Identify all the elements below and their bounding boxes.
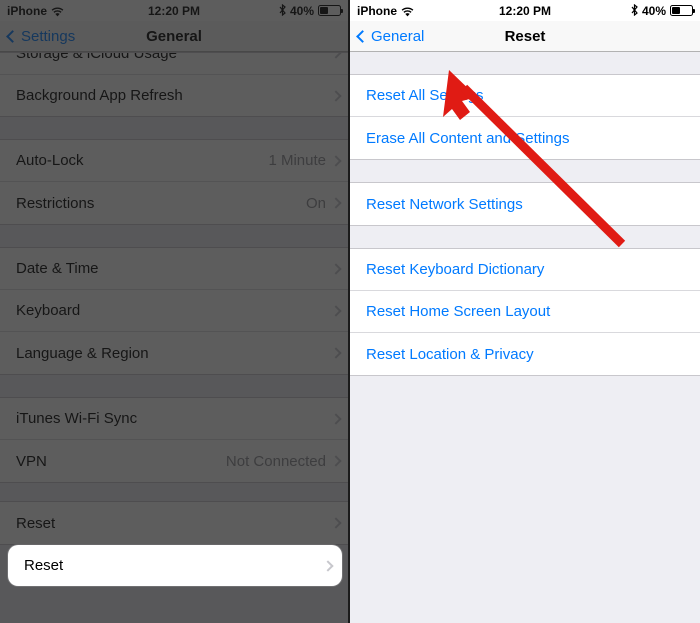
- bluetooth-icon: [279, 3, 286, 18]
- carrier-label: iPhone: [357, 3, 398, 18]
- battery-icon: [670, 5, 695, 16]
- chevron-left-icon: [6, 29, 19, 43]
- row-label: Reset Keyboard Dictionary: [366, 261, 545, 278]
- chevron-right-icon: [330, 262, 342, 275]
- row-label: Erase All Content and Settings: [366, 129, 570, 147]
- row-label: Language & Region: [16, 344, 149, 362]
- sidebar-item-auto-lock[interactable]: Auto-Lock 1 Minute: [0, 140, 348, 182]
- general-settings-list: Storage & iCloud Usage Background App Re…: [0, 52, 348, 623]
- chevron-right-icon: [322, 559, 334, 572]
- row-label: Storage & iCloud Usage: [16, 53, 177, 62]
- reset-group-3: Reset Keyboard Dictionary Reset Home Scr…: [350, 248, 700, 376]
- dual-screenshot-container: iPhone 12:20 PM 40% Settings General Sto…: [0, 0, 700, 623]
- row-value: On: [305, 194, 326, 212]
- row-label: Date & Time: [16, 260, 99, 277]
- chevron-right-icon: [330, 304, 342, 317]
- sidebar-item-itunes-wifi-sync[interactable]: iTunes Wi-Fi Sync: [0, 398, 348, 440]
- status-bar-left: iPhone: [7, 4, 64, 18]
- left-nav-bar: Settings General: [0, 21, 348, 52]
- sidebar-item-keyboard[interactable]: Keyboard: [0, 290, 348, 332]
- back-button-label: General: [371, 27, 425, 45]
- chevron-right-icon: [330, 53, 342, 59]
- row-label: Reset Home Screen Layout: [366, 303, 551, 320]
- left-phone-screen: iPhone 12:20 PM 40% Settings General Sto…: [0, 0, 350, 623]
- battery-percent-label: 40%: [641, 3, 666, 18]
- status-bar-right: 40%: [279, 3, 343, 18]
- chevron-right-icon: [330, 197, 342, 209]
- back-button-settings[interactable]: Settings: [6, 27, 76, 45]
- chevron-right-icon: [330, 517, 342, 529]
- right-status-bar: iPhone 12:20 PM 40%: [350, 0, 700, 21]
- chevron-right-icon: [330, 455, 342, 467]
- settings-group-2: Auto-Lock 1 Minute Restrictions On: [0, 139, 348, 225]
- settings-group-1: Storage & iCloud Usage Background App Re…: [0, 52, 348, 117]
- row-label: Auto-Lock: [16, 152, 84, 169]
- settings-group-5: Reset: [0, 501, 348, 545]
- sidebar-item-storage-icloud-usage[interactable]: Storage & iCloud Usage: [0, 53, 348, 74]
- sidebar-item-background-app-refresh[interactable]: Background App Refresh: [0, 74, 348, 116]
- menu-item-reset-keyboard-dictionary[interactable]: Reset Keyboard Dictionary: [350, 249, 700, 291]
- menu-item-reset-home-screen-layout[interactable]: Reset Home Screen Layout: [350, 291, 700, 333]
- chevron-right-icon: [330, 89, 342, 102]
- row-label: Restrictions: [16, 194, 95, 212]
- reset-options-list: Reset All Settings Erase All Content and…: [350, 52, 700, 623]
- status-bar-left: iPhone: [357, 4, 414, 18]
- sidebar-item-language-region[interactable]: Language & Region: [0, 332, 348, 374]
- row-value: 1 Minute: [268, 152, 326, 169]
- menu-item-reset-all-settings[interactable]: Reset All Settings: [350, 75, 700, 117]
- row-label: iTunes Wi-Fi Sync: [16, 410, 138, 427]
- chevron-right-icon: [330, 347, 342, 359]
- right-nav-bar: General Reset: [350, 21, 700, 52]
- row-label: VPN: [16, 452, 47, 470]
- row-value: Not Connected: [225, 452, 326, 470]
- clipped-row-wrapper: Storage & iCloud Usage: [0, 53, 348, 74]
- battery-icon: [318, 5, 343, 16]
- battery-percent-label: 40%: [289, 3, 314, 18]
- back-button-general[interactable]: General: [356, 27, 425, 45]
- highlighted-row-label: Reset: [24, 557, 64, 574]
- row-label: Reset Network Settings: [366, 195, 523, 213]
- sidebar-item-restrictions[interactable]: Restrictions On: [0, 182, 348, 224]
- reset-group-2: Reset Network Settings: [350, 182, 700, 226]
- menu-item-erase-all-content-and-settings[interactable]: Erase All Content and Settings: [350, 117, 700, 159]
- row-label: Keyboard: [16, 302, 81, 319]
- chevron-right-icon: [330, 412, 342, 425]
- menu-item-reset-location-privacy[interactable]: Reset Location & Privacy: [350, 333, 700, 375]
- row-label: Reset Location & Privacy: [366, 345, 534, 363]
- status-bar-right: 40%: [631, 3, 695, 18]
- row-label: Reset All Settings: [366, 87, 484, 104]
- carrier-label: iPhone: [7, 3, 48, 18]
- sidebar-item-vpn[interactable]: VPN Not Connected: [0, 440, 348, 482]
- wifi-icon: [51, 6, 64, 16]
- bluetooth-icon: [631, 3, 638, 18]
- back-button-label: Settings: [21, 27, 76, 45]
- settings-group-3: Date & Time Keyboard Language & Region: [0, 247, 348, 375]
- wifi-icon: [401, 6, 414, 16]
- chevron-left-icon: [356, 29, 369, 43]
- reset-group-1: Reset All Settings Erase All Content and…: [350, 74, 700, 160]
- row-label: Background App Refresh: [16, 87, 183, 104]
- right-phone-screen: iPhone 12:20 PM 40% General Reset Reset …: [350, 0, 700, 623]
- row-label: Reset: [16, 514, 56, 532]
- chevron-right-icon: [330, 154, 342, 167]
- sidebar-item-reset-underlay[interactable]: Reset: [0, 502, 348, 544]
- menu-item-reset-network-settings[interactable]: Reset Network Settings: [350, 183, 700, 225]
- settings-group-4: iTunes Wi-Fi Sync VPN Not Connected: [0, 397, 348, 483]
- left-status-bar: iPhone 12:20 PM 40%: [0, 0, 348, 21]
- sidebar-item-date-time[interactable]: Date & Time: [0, 248, 348, 290]
- highlighted-reset-row[interactable]: Reset: [8, 545, 342, 586]
